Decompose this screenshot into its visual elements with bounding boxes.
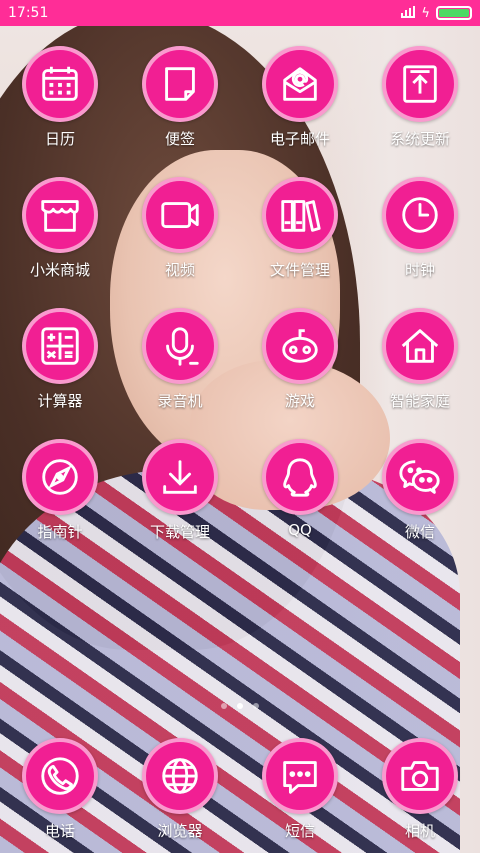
home-icon[interactable] bbox=[382, 308, 458, 384]
app-calendar[interactable]: 日历 bbox=[4, 46, 116, 177]
app-label: 便签 bbox=[164, 130, 195, 148]
video-icon[interactable] bbox=[142, 177, 218, 253]
update-icon[interactable] bbox=[382, 46, 458, 122]
battery-icon bbox=[436, 6, 472, 20]
page-indicator bbox=[0, 700, 480, 712]
app-row: 指南针 下载管理 QQ 微信 bbox=[0, 439, 480, 570]
message-icon[interactable] bbox=[262, 738, 338, 814]
qq-icon[interactable] bbox=[262, 439, 338, 515]
app-label: 浏览器 bbox=[157, 822, 203, 840]
app-home[interactable]: 智能家庭 bbox=[364, 308, 476, 439]
app-label: 指南针 bbox=[37, 523, 83, 541]
folder-icon[interactable] bbox=[262, 177, 338, 253]
browser-icon[interactable] bbox=[142, 738, 218, 814]
app-label: 系统更新 bbox=[389, 130, 450, 148]
app-note[interactable]: 便签 bbox=[124, 46, 236, 177]
phone-icon[interactable] bbox=[22, 738, 98, 814]
app-label: 文件管理 bbox=[269, 261, 330, 279]
app-label: 电子邮件 bbox=[269, 130, 330, 148]
app-phone[interactable]: 电话 bbox=[4, 738, 116, 853]
microphone-icon[interactable] bbox=[142, 308, 218, 384]
download-icon[interactable] bbox=[142, 439, 218, 515]
page-dot[interactable] bbox=[253, 703, 259, 709]
app-label: 时钟 bbox=[404, 261, 435, 279]
app-clock[interactable]: 时钟 bbox=[364, 177, 476, 308]
app-label: 下载管理 bbox=[149, 523, 210, 541]
app-folder[interactable]: 文件管理 bbox=[244, 177, 356, 308]
status-time: 17:51 bbox=[8, 5, 49, 21]
dock-row: 电话 浏览器 短信 相机 bbox=[0, 738, 480, 853]
app-label: 智能家庭 bbox=[389, 392, 450, 410]
app-wechat[interactable]: 微信 bbox=[364, 439, 476, 570]
app-camera[interactable]: 相机 bbox=[364, 738, 476, 853]
app-compass[interactable]: 指南针 bbox=[4, 439, 116, 570]
app-download[interactable]: 下载管理 bbox=[124, 439, 236, 570]
email-icon[interactable] bbox=[262, 46, 338, 122]
note-icon[interactable] bbox=[142, 46, 218, 122]
app-update[interactable]: 系统更新 bbox=[364, 46, 476, 177]
status-bar: 17:51 ϟ bbox=[0, 0, 480, 26]
app-game[interactable]: 游戏 bbox=[244, 308, 356, 439]
camera-icon[interactable] bbox=[382, 738, 458, 814]
page-dot[interactable] bbox=[221, 703, 227, 709]
battery-level bbox=[439, 9, 469, 17]
app-message[interactable]: 短信 bbox=[244, 738, 356, 853]
app-label: 微信 bbox=[404, 523, 435, 541]
compass-icon[interactable] bbox=[22, 439, 98, 515]
app-video[interactable]: 视频 bbox=[124, 177, 236, 308]
app-row: 小米商城 视频 文件管理 时钟 bbox=[0, 177, 480, 308]
app-microphone[interactable]: 录音机 bbox=[124, 308, 236, 439]
page-dot[interactable] bbox=[237, 703, 243, 709]
app-qq[interactable]: QQ bbox=[244, 439, 356, 570]
app-label: 小米商城 bbox=[29, 261, 90, 279]
app-label: 电话 bbox=[44, 822, 75, 840]
app-label: QQ bbox=[288, 521, 312, 539]
clock-icon[interactable] bbox=[382, 177, 458, 253]
dock: 电话 浏览器 短信 相机 bbox=[0, 738, 480, 853]
app-label: 短信 bbox=[284, 822, 315, 840]
wechat-icon[interactable] bbox=[382, 439, 458, 515]
app-label: 相机 bbox=[404, 822, 435, 840]
status-icons: ϟ bbox=[401, 6, 472, 21]
signal-icon bbox=[401, 6, 416, 18]
app-calculator[interactable]: 计算器 bbox=[4, 308, 116, 439]
app-browser[interactable]: 浏览器 bbox=[124, 738, 236, 853]
calculator-icon[interactable] bbox=[22, 308, 98, 384]
calendar-icon[interactable] bbox=[22, 46, 98, 122]
app-label: 录音机 bbox=[157, 392, 203, 410]
app-store[interactable]: 小米商城 bbox=[4, 177, 116, 308]
app-grid: 日历 便签 电子邮件 系统更新小米商城 视频 文件管理 时钟计算器 录音机 游戏 智能家庭指南针 下… bbox=[0, 46, 480, 570]
app-label: 日历 bbox=[44, 130, 75, 148]
game-icon[interactable] bbox=[262, 308, 338, 384]
app-row: 计算器 录音机 游戏 智能家庭 bbox=[0, 308, 480, 439]
app-email[interactable]: 电子邮件 bbox=[244, 46, 356, 177]
app-row: 日历 便签 电子邮件 系统更新 bbox=[0, 46, 480, 177]
app-label: 游戏 bbox=[284, 392, 315, 410]
charging-icon: ϟ bbox=[421, 5, 430, 21]
store-icon[interactable] bbox=[22, 177, 98, 253]
app-label: 视频 bbox=[164, 261, 195, 279]
app-label: 计算器 bbox=[37, 392, 83, 410]
